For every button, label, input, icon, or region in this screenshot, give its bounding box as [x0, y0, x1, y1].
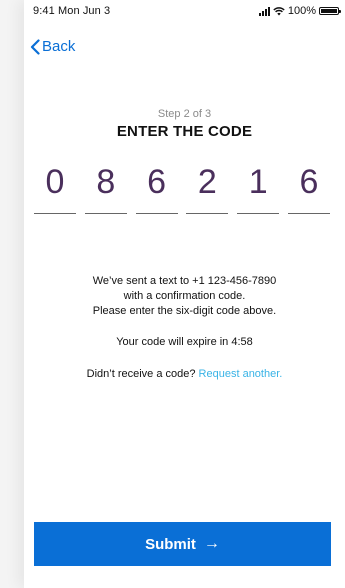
code-digit-5[interactable]: 1 [237, 162, 280, 216]
code-digit-value: 0 [45, 163, 65, 201]
expiry-text: Your code will expire in 4:58 [116, 336, 253, 348]
wifi-icon [273, 6, 285, 15]
code-digit-1[interactable]: 0 [34, 162, 76, 216]
page-title: ENTER THE CODE [116, 123, 253, 140]
code-digit-6[interactable]: 6 [287, 162, 330, 216]
code-input[interactable]: 0 8 6 2 1 6 [34, 162, 330, 218]
code-digit-4[interactable]: 2 [186, 162, 229, 216]
code-digit-value: 6 [147, 163, 167, 201]
battery-icon [319, 7, 341, 15]
status-clock: 9:41 [33, 5, 55, 17]
resend-prompt: Didn’t receive a code? [86, 368, 196, 380]
code-digit-value: 8 [96, 163, 116, 201]
code-underline [237, 213, 280, 214]
message-line: Please enter the six-digit code above. [92, 305, 277, 317]
step-indicator: Step 2 of 3 [157, 108, 212, 120]
status-indicators: 100% [258, 5, 341, 17]
back-button[interactable]: Back [30, 38, 75, 55]
chevron-left-icon [30, 38, 40, 55]
signal-icon [258, 6, 270, 16]
request-another-link[interactable]: Request another. [199, 368, 283, 380]
code-digit-3[interactable]: 6 [135, 162, 178, 216]
status-date: Mon Jun 3 [57, 5, 111, 17]
status-bar: 9:41 Mon Jun 3 100% [24, 0, 345, 24]
status-time: 9:41 Mon Jun 3 [33, 5, 110, 17]
message-line: with a confirmation code. [123, 290, 246, 302]
arrow-right-icon: → [203, 535, 220, 552]
back-label: Back [42, 38, 76, 55]
code-digit-2[interactable]: 8 [84, 162, 127, 216]
submit-button[interactable]: Submit → [34, 522, 331, 566]
phone-screen: 9:41 Mon Jun 3 100% Back Step 2 of 3 ENT… [24, 0, 345, 588]
resend-row: Didn’t receive a code? Request another. [24, 368, 345, 380]
submit-label: Submit [145, 535, 196, 553]
code-underline [186, 213, 229, 214]
code-underline [287, 213, 330, 214]
confirmation-message: We’ve sent a text to +1 123-456-7890 wit… [24, 274, 345, 319]
code-digit-value: 6 [299, 163, 319, 201]
code-underline [135, 213, 178, 214]
code-underline [34, 213, 76, 214]
code-underline [84, 213, 127, 214]
message-line: We’ve sent a text to +1 123-456-7890 [92, 275, 277, 287]
battery-percent: 100% [287, 5, 316, 17]
code-digit-value: 2 [197, 163, 217, 201]
code-digit-value: 1 [248, 163, 268, 201]
